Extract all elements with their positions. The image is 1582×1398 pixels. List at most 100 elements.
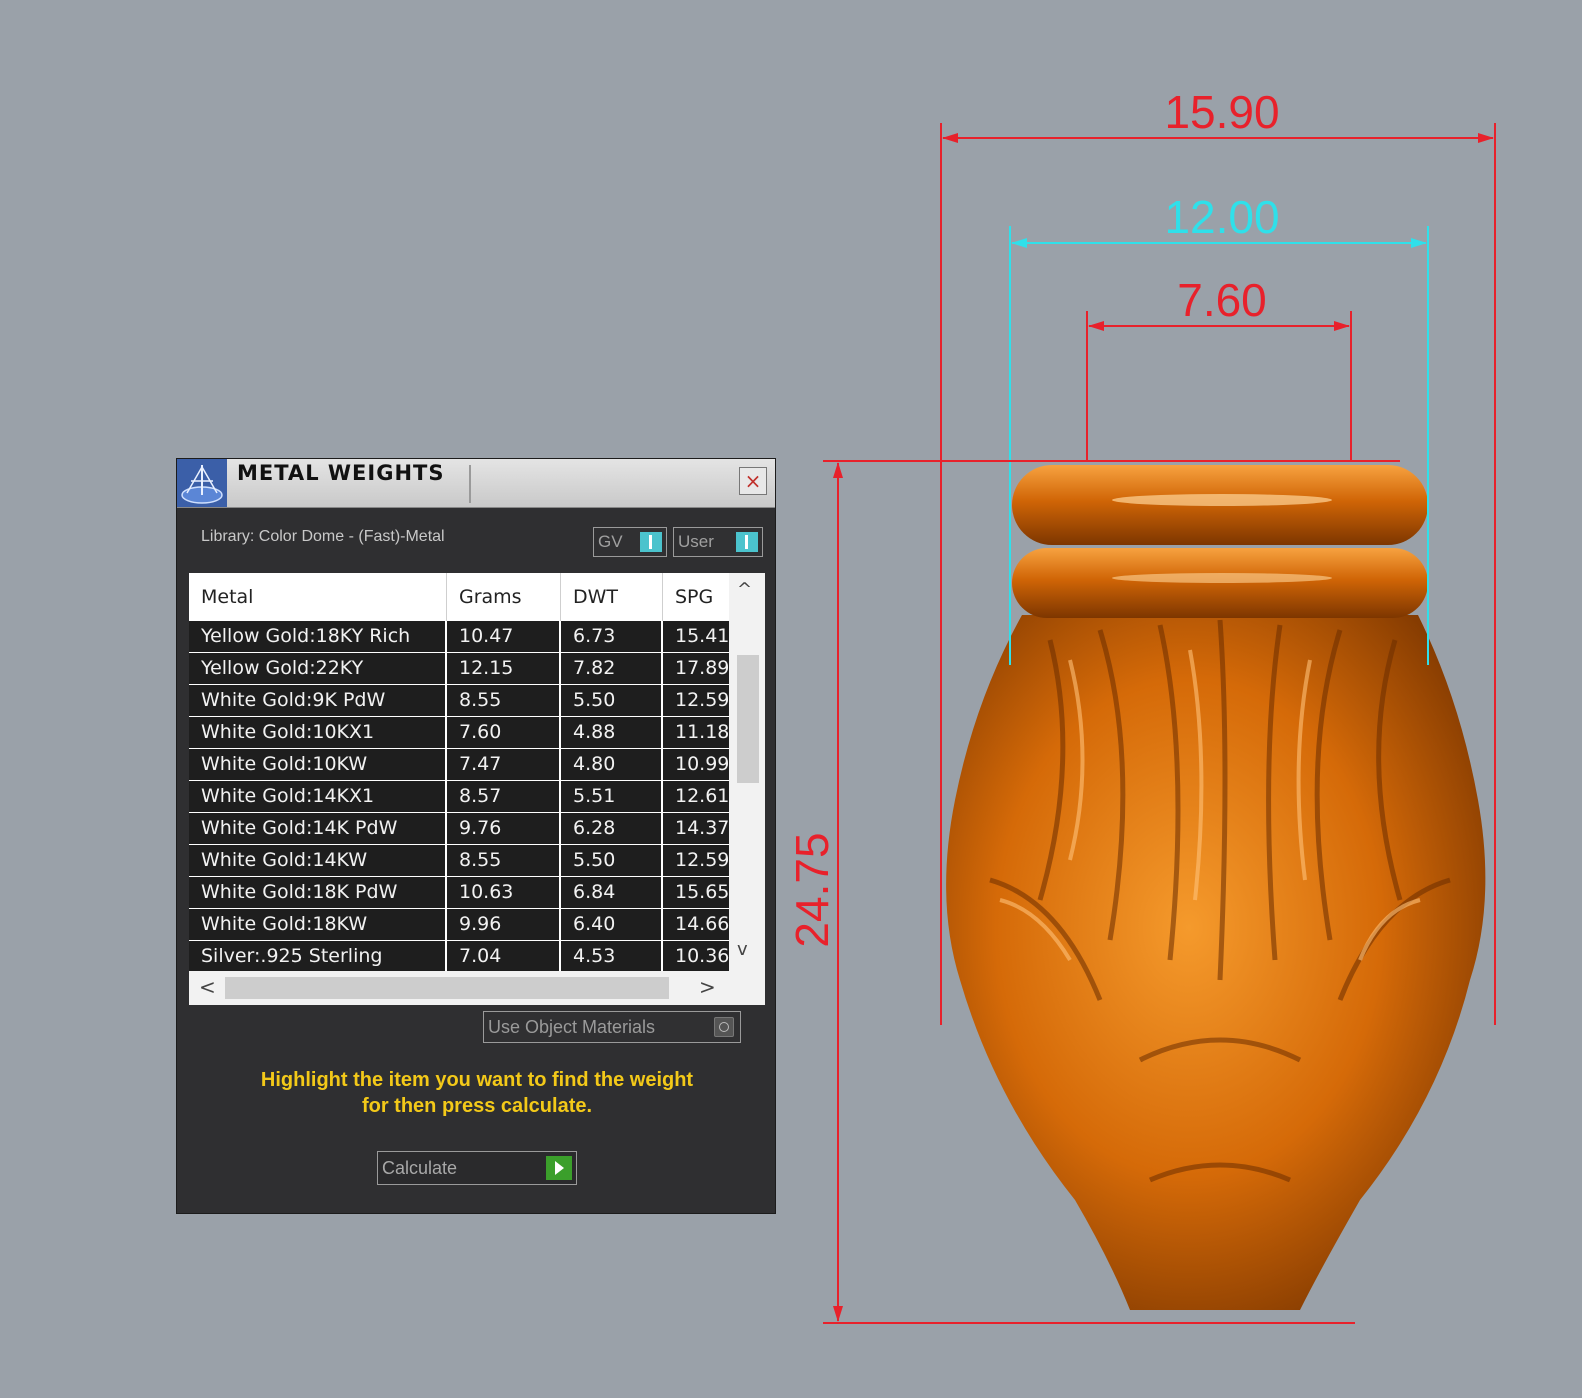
dimension-inner-width-label: 7.60 <box>1177 274 1267 326</box>
model-body <box>946 615 1486 1310</box>
grams-cell: 10.47 <box>447 621 561 652</box>
grams-cell: 7.60 <box>447 717 561 748</box>
metal-cell: White Gold:18KW <box>189 909 447 940</box>
table-row[interactable]: Silver:.925 Sterling 7.04 4.53 10.36 <box>189 941 729 971</box>
toggle-switch-icon <box>736 532 758 552</box>
dwt-cell: 4.53 <box>561 941 663 971</box>
column-header-dwt[interactable]: DWT <box>561 573 663 621</box>
calculate-label: Calculate <box>382 1158 458 1178</box>
metal-cell: Silver:.925 Sterling <box>189 941 447 971</box>
vertical-scroll-thumb[interactable] <box>737 655 759 783</box>
chevron-up-icon[interactable]: ^ <box>737 579 752 600</box>
dwt-cell: 4.80 <box>561 749 663 780</box>
model-ring-lower <box>1012 548 1428 618</box>
dimension-top-width-label: 12.00 <box>1164 191 1279 243</box>
grams-cell: 9.96 <box>447 909 561 940</box>
metal-cell: White Gold:14KW <box>189 845 447 876</box>
spg-cell: 14.37 <box>663 813 729 844</box>
dwt-cell: 6.28 <box>561 813 663 844</box>
table-row[interactable]: White Gold:14KX1 8.57 5.51 12.61 <box>189 781 729 812</box>
use-object-materials-label: Use Object Materials <box>488 1017 656 1037</box>
spg-cell: 15.41 <box>663 621 729 652</box>
spg-cell: 15.65 <box>663 877 729 908</box>
scale-logo-icon <box>177 459 227 507</box>
dimension-overall-width-label: 15.90 <box>1164 86 1279 138</box>
dimension-inner-width[interactable]: 7.60 <box>1086 274 1352 460</box>
metal-cell: White Gold:14K PdW <box>189 813 447 844</box>
grams-cell: 12.15 <box>447 653 561 684</box>
grams-cell: 7.04 <box>447 941 561 971</box>
panel-titlebar[interactable]: METAL WEIGHTS × <box>177 459 775 508</box>
library-label: Library: Color Dome - (Fast)-Metal <box>201 528 445 545</box>
dwt-cell: 5.50 <box>561 685 663 716</box>
grams-cell: 8.57 <box>447 781 561 812</box>
instruction-line-1: Highlight the item you want to find the … <box>260 1069 694 1091</box>
metal-cell: Yellow Gold:22KY <box>189 653 447 684</box>
dimension-height-label: 24.75 <box>786 832 838 947</box>
gv-toggle-label: GV <box>598 532 623 551</box>
table-row[interactable]: White Gold:18KW 9.96 6.40 14.66 <box>189 909 729 940</box>
grams-cell: 10.63 <box>447 877 561 908</box>
metal-cell: White Gold:18K PdW <box>189 877 447 908</box>
play-icon <box>546 1156 572 1180</box>
metal-cell: White Gold:14KX1 <box>189 781 447 812</box>
dwt-cell: 7.82 <box>561 653 663 684</box>
grams-cell: 8.55 <box>447 845 561 876</box>
dwt-cell: 6.40 <box>561 909 663 940</box>
metal-cell: White Gold:10KX1 <box>189 717 447 748</box>
metal-weights-panel: METAL WEIGHTS × Library: Color Dome - (F… <box>176 458 776 1214</box>
grams-cell: 9.76 <box>447 813 561 844</box>
table-row[interactable]: White Gold:14K PdW 9.76 6.28 14.37 <box>189 813 729 844</box>
dwt-cell: 5.51 <box>561 781 663 812</box>
spg-cell: 11.18 <box>663 717 729 748</box>
metal-cell: White Gold:10KW <box>189 749 447 780</box>
instruction-text: Highlight the item you want to find the … <box>197 1067 757 1119</box>
table-row[interactable]: White Gold:18K PdW 10.63 6.84 15.65 <box>189 877 729 908</box>
dwt-cell: 5.50 <box>561 845 663 876</box>
instruction-line-2: for then press calculate. <box>361 1095 593 1117</box>
use-object-materials-toggle[interactable]: Use Object Materials <box>483 1011 741 1043</box>
table-body: Yellow Gold:18KY Rich 10.47 6.73 15.41 Y… <box>189 621 729 971</box>
column-header-metal[interactable]: Metal <box>189 573 447 621</box>
column-header-spg[interactable]: SPG <box>663 573 729 621</box>
table-row[interactable]: White Gold:10KX1 7.60 4.88 11.18 <box>189 717 729 748</box>
table-row[interactable]: White Gold:9K PdW 8.55 5.50 12.59 <box>189 685 729 716</box>
metal-cell: Yellow Gold:18KY Rich <box>189 621 447 652</box>
user-toggle-label: User <box>678 532 714 551</box>
chevron-down-icon[interactable]: v <box>737 939 748 960</box>
dwt-cell: 6.84 <box>561 877 663 908</box>
spg-cell: 12.61 <box>663 781 729 812</box>
carved-bead-model[interactable] <box>946 465 1486 1310</box>
radio-toggle-icon <box>714 1017 734 1037</box>
dwt-cell: 6.73 <box>561 621 663 652</box>
spg-cell: 12.59 <box>663 685 729 716</box>
spg-cell: 14.66 <box>663 909 729 940</box>
grams-cell: 8.55 <box>447 685 561 716</box>
vertical-scrollbar[interactable]: ^ v <box>729 573 765 971</box>
spg-cell: 12.59 <box>663 845 729 876</box>
spg-cell: 10.36 <box>663 941 729 971</box>
grams-cell: 7.47 <box>447 749 561 780</box>
toggle-switch-icon <box>640 532 662 552</box>
column-header-grams[interactable]: Grams <box>447 573 561 621</box>
gv-toggle[interactable]: GV <box>593 527 667 557</box>
spg-cell: 17.89 <box>663 653 729 684</box>
chevron-right-icon[interactable]: > <box>699 975 716 999</box>
chevron-left-icon[interactable]: < <box>199 975 216 999</box>
metal-weights-table[interactable]: Metal Grams DWT SPG Yellow Gold:18KY Ric… <box>189 573 765 1005</box>
horizontal-scrollbar[interactable]: < > <box>189 971 765 1005</box>
titlebar-divider <box>469 465 471 503</box>
table-row[interactable]: Yellow Gold:18KY Rich 10.47 6.73 15.41 <box>189 621 729 652</box>
user-toggle[interactable]: User <box>673 527 763 557</box>
calculate-button[interactable]: Calculate <box>377 1151 577 1185</box>
horizontal-scroll-thumb[interactable] <box>225 977 669 999</box>
spg-cell: 10.99 <box>663 749 729 780</box>
table-row[interactable]: Yellow Gold:22KY 12.15 7.82 17.89 <box>189 653 729 684</box>
table-header: Metal Grams DWT SPG <box>189 573 729 621</box>
table-row[interactable]: White Gold:14KW 8.55 5.50 12.59 <box>189 845 729 876</box>
table-row[interactable]: White Gold:10KW 7.47 4.80 10.99 <box>189 749 729 780</box>
panel-title: METAL WEIGHTS <box>237 461 445 485</box>
close-icon[interactable]: × <box>739 467 767 495</box>
metal-cell: White Gold:9K PdW <box>189 685 447 716</box>
dwt-cell: 4.88 <box>561 717 663 748</box>
